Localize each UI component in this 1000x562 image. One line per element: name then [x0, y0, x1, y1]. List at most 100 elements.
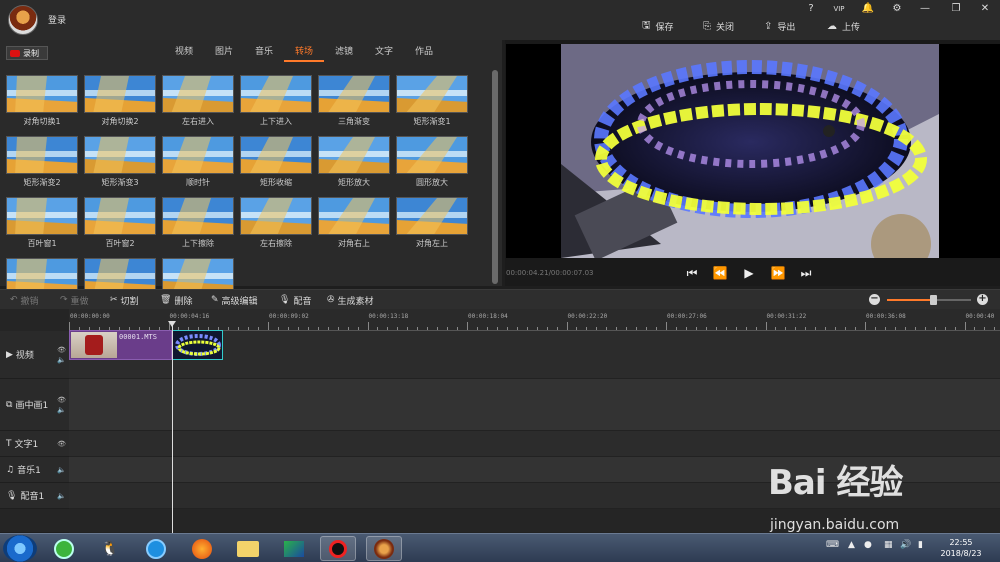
tab-text[interactable]: 文字: [364, 46, 404, 62]
speaker-icon[interactable]: 🔈: [57, 491, 66, 501]
skip-start-button[interactable]: ⏮: [682, 265, 702, 281]
speaker-icon[interactable]: 🔈: [57, 465, 66, 475]
signal-icon[interactable]: ▮: [918, 540, 923, 550]
track-header-empty: [0, 509, 69, 533]
vip-button[interactable]: VIP: [828, 3, 850, 15]
close-project-button[interactable]: ⎘ 关闭: [703, 18, 734, 34]
delete-button[interactable]: 🗑 删除: [160, 293, 192, 307]
tray-expand-icon[interactable]: ▲: [848, 540, 855, 550]
text-icon: T: [6, 438, 12, 449]
mic-icon: 🎙: [279, 295, 291, 305]
lane-text[interactable]: [69, 431, 1000, 457]
transition-item[interactable]: 顺时针: [162, 136, 234, 188]
file-explorer-icon[interactable]: [230, 536, 266, 561]
prev-frame-button[interactable]: ⏪: [710, 265, 730, 281]
transition-item[interactable]: 上下擦除: [162, 197, 234, 249]
transition-item[interactable]: 对角左上: [396, 197, 468, 249]
screen-recorder-icon[interactable]: [320, 536, 356, 561]
maximize-button[interactable]: ❐: [945, 3, 967, 15]
zoom-in-button[interactable]: +: [977, 294, 988, 305]
ruler-minor-tick: [516, 327, 518, 330]
transition-item[interactable]: 圆形放大: [396, 136, 468, 188]
transition-item[interactable]: 矩形渐变3: [84, 136, 156, 188]
export-button[interactable]: ⇪ 导出: [764, 18, 795, 34]
network-icon[interactable]: ▦: [884, 540, 893, 550]
transition-item[interactable]: 对角切换1: [6, 75, 78, 127]
library-scrollbar[interactable]: [492, 70, 498, 284]
track-header-video[interactable]: ▶ 视频 👁 🔈: [0, 331, 69, 379]
video-editor-taskbar-icon[interactable]: [366, 536, 402, 561]
transition-label: 矩形渐变1: [413, 117, 451, 126]
zoom-out-button[interactable]: −: [869, 294, 880, 305]
track-header-text[interactable]: T 文字1 👁: [0, 431, 69, 457]
transition-item[interactable]: 左右进入: [162, 75, 234, 127]
transition-item[interactable]: 矩形放大: [318, 136, 390, 188]
transition-item[interactable]: 矩形渐变1: [396, 75, 468, 127]
video-clip-selected[interactable]: [172, 330, 223, 360]
preview-screen[interactable]: [506, 44, 1000, 258]
cut-button[interactable]: ✂ 切割: [110, 293, 139, 307]
save-button[interactable]: 🖫 保存: [642, 18, 674, 34]
tab-image[interactable]: 图片: [204, 46, 244, 62]
tab-filter[interactable]: 滤镜: [324, 46, 364, 62]
ruler-minor-tick: [307, 327, 309, 330]
window-close-button[interactable]: ✕: [974, 3, 996, 15]
notification-bell-icon[interactable]: 🔔: [857, 3, 879, 15]
transition-item[interactable]: 百叶窗1: [6, 197, 78, 249]
transition-item[interactable]: 左右擦除: [240, 197, 312, 249]
keyboard-icon[interactable]: ⌨: [826, 540, 839, 550]
tab-transition[interactable]: 转场: [284, 46, 324, 62]
transition-item[interactable]: 上下进入: [240, 75, 312, 127]
transition-item[interactable]: 对角切换2: [84, 75, 156, 127]
minimize-button[interactable]: —: [914, 3, 936, 15]
next-frame-button[interactable]: ⏩: [768, 265, 788, 281]
playhead-line[interactable]: [172, 321, 173, 533]
visibility-eye-icon[interactable]: 👁 🔈: [57, 395, 66, 415]
firefox-icon[interactable]: [184, 536, 220, 561]
play-button[interactable]: ▶: [739, 265, 759, 281]
ruler-minor-tick: [586, 327, 588, 330]
avatar[interactable]: [8, 5, 38, 35]
dub-button[interactable]: 🎙 配音: [279, 293, 311, 307]
generate-material-button[interactable]: ✇ 生成素材: [327, 293, 374, 307]
settings-gear-icon[interactable]: ⚙: [886, 3, 908, 15]
system-clock[interactable]: 22:55 2018/8/23: [938, 537, 984, 559]
transition-item[interactable]: 对角右上: [318, 197, 390, 249]
editor-app-icon[interactable]: [276, 536, 312, 561]
video-clip-00001[interactable]: 00001.MTS: [69, 330, 172, 360]
tab-video[interactable]: 视频: [164, 46, 204, 62]
ruler-minor-tick: [546, 327, 548, 330]
visibility-eye-icon[interactable]: 👁: [57, 439, 66, 449]
track-header-music[interactable]: ♫ 音乐1 🔈: [0, 457, 69, 483]
transition-item[interactable]: 三角渐变: [318, 75, 390, 127]
app-360-icon[interactable]: [46, 536, 82, 561]
volume-icon[interactable]: 🔊: [900, 540, 911, 550]
ruler-minor-tick: [914, 327, 916, 330]
lane-pip[interactable]: [69, 379, 1000, 431]
transition-item[interactable]: 矩形渐变2: [6, 136, 78, 188]
undo-button[interactable]: ↶ 撤销: [10, 293, 39, 307]
zoom-slider-handle[interactable]: [930, 295, 938, 305]
timeline-ruler[interactable]: 00:00:00:00 00:00:04:16 00:00:09:02 00:00:1…: [69, 309, 1000, 331]
redo-button[interactable]: ↷ 重做: [60, 293, 89, 307]
zoom-slider-track[interactable]: [887, 299, 971, 301]
baidu-url: jingyan.baidu.com: [770, 517, 900, 533]
media-player-icon[interactable]: [138, 536, 174, 561]
start-button[interactable]: [3, 535, 37, 562]
login-link[interactable]: 登录: [48, 13, 66, 26]
help-button[interactable]: ?: [800, 3, 822, 15]
visibility-eye-icon[interactable]: 👁 🔈: [57, 345, 66, 365]
transition-item[interactable]: 矩形收缩: [240, 136, 312, 188]
track-header-pip[interactable]: ⧉ 画中画1 👁 🔈: [0, 379, 69, 431]
tab-works[interactable]: 作品: [404, 46, 444, 62]
track-header-dub[interactable]: 🎙 配音1 🔈: [0, 483, 69, 509]
tab-music[interactable]: 音乐: [244, 46, 284, 62]
wechat-icon[interactable]: ●: [864, 540, 872, 550]
skip-end-button[interactable]: ⏭: [796, 265, 816, 281]
ruler-minor-tick: [636, 327, 638, 330]
advanced-edit-button[interactable]: ✎ 高级编辑: [211, 293, 258, 307]
qq-icon[interactable]: 🐧: [92, 536, 128, 561]
record-button[interactable]: 录制: [6, 46, 48, 60]
upload-button[interactable]: ☁ 上传: [827, 18, 860, 34]
transition-item[interactable]: 百叶窗2: [84, 197, 156, 249]
